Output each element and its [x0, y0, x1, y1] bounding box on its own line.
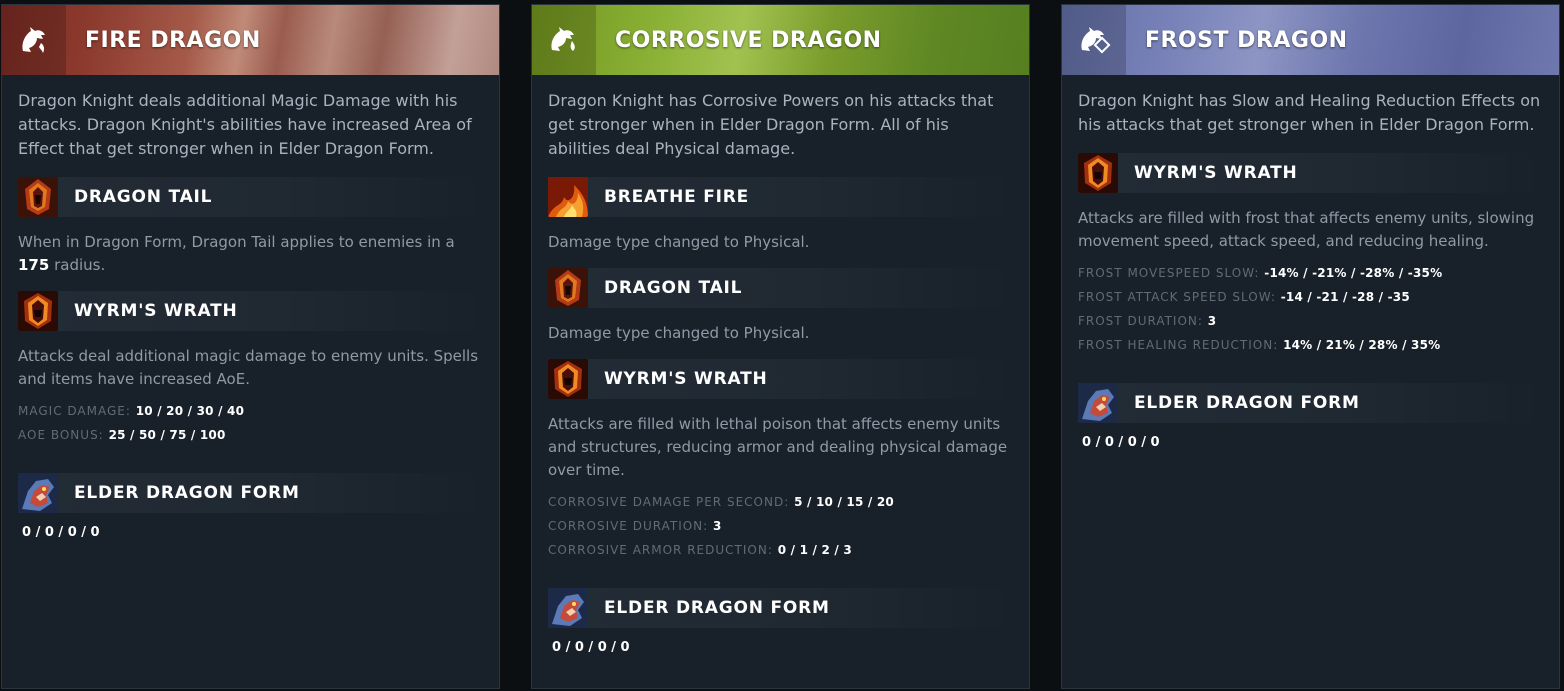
stat-line: FROST HEALING REDUCTION: 14% / 21% / 28%… — [1078, 338, 1441, 352]
ability-description: Damage type changed to Physical. — [548, 324, 810, 342]
ability-description: Attacks are filled with frost that affec… — [1078, 209, 1535, 250]
stat-line: MAGIC DAMAGE: 10 / 20 / 30 / 40 — [18, 404, 245, 418]
ability-name: BREATHE FIRE — [604, 187, 750, 207]
corrosive-dragon-panel: CORROSIVE DRAGON Dragon Knight has Corro… — [531, 4, 1030, 689]
panel-description: Dragon Knight deals additional Magic Dam… — [18, 91, 472, 158]
ability-elder-dragon-form[interactable]: ELDER DRAGON FORM — [18, 473, 483, 513]
ability-dragon-tail[interactable]: DRAGON TAIL — [18, 177, 483, 217]
ability-description: Damage type changed to Physical. — [548, 233, 810, 251]
fire-dragon-icon — [2, 5, 66, 75]
elder-dragon-form-icon — [548, 588, 588, 628]
frost-dragon-icon — [1062, 5, 1126, 75]
panel-title: CORROSIVE DRAGON — [615, 27, 882, 53]
ability-name: WYRM'S WRATH — [74, 301, 238, 321]
ability-name: ELDER DRAGON FORM — [604, 598, 830, 618]
ability-stats: FROST MOVESPEED SLOW: -14% / -21% / -28%… — [1078, 261, 1543, 357]
wyrms-wrath-icon — [1078, 153, 1118, 193]
stat-line: FROST MOVESPEED SLOW: -14% / -21% / -28%… — [1078, 266, 1443, 280]
stat-line: AOE BONUS: 25 / 50 / 75 / 100 — [18, 428, 226, 442]
ability-description: Attacks are filled with lethal poison th… — [548, 415, 1008, 479]
stat-line: FROST DURATION: 3 — [1078, 314, 1217, 328]
ability-stats: MAGIC DAMAGE: 10 / 20 / 30 / 40 AOE BONU… — [18, 399, 483, 447]
dragon-tail-icon — [18, 177, 58, 217]
frost-dragon-panel: FROST DRAGON Dragon Knight has Slow and … — [1061, 4, 1560, 689]
fire-dragon-header[interactable]: FIRE DRAGON — [2, 5, 499, 75]
ability-name: WYRM'S WRATH — [604, 369, 768, 389]
ability-description: Attacks deal additional magic damage to … — [18, 347, 479, 388]
dragon-tail-icon — [548, 268, 588, 308]
ability-wyrms-wrath[interactable]: WYRM'S WRATH — [1078, 153, 1543, 193]
ability-name: ELDER DRAGON FORM — [74, 483, 300, 503]
ability-stats: CORROSIVE DAMAGE PER SECOND: 5 / 10 / 15… — [548, 490, 1013, 562]
stat-line: CORROSIVE ARMOR REDUCTION: 0 / 1 / 2 / 3 — [548, 543, 852, 557]
wyrms-wrath-icon — [548, 359, 588, 399]
elder-dragon-form-icon — [18, 473, 58, 513]
ability-name: DRAGON TAIL — [604, 278, 743, 298]
ability-name: DRAGON TAIL — [74, 187, 213, 207]
stat-line: CORROSIVE DURATION: 3 — [548, 519, 722, 533]
elder-dragon-form-icon — [1078, 383, 1118, 423]
wyrms-wrath-icon — [18, 291, 58, 331]
fire-dragon-panel: FIRE DRAGON Dragon Knight deals addition… — [1, 4, 500, 689]
ability-wyrms-wrath[interactable]: WYRM'S WRATH — [548, 359, 1013, 399]
ability-elder-dragon-form[interactable]: ELDER DRAGON FORM — [548, 588, 1013, 628]
panel-title: FIRE DRAGON — [85, 27, 261, 53]
ability-wyrms-wrath[interactable]: WYRM'S WRATH — [18, 291, 483, 331]
panel-description: Dragon Knight has Slow and Healing Reduc… — [1078, 91, 1541, 134]
ability-description: When in Dragon Form, Dragon Tail applies… — [18, 233, 455, 274]
ability-breathe-fire[interactable]: BREATHE FIRE — [548, 177, 1013, 217]
ability-dragon-tail[interactable]: DRAGON TAIL — [548, 268, 1013, 308]
stat-line: CORROSIVE DAMAGE PER SECOND: 5 / 10 / 15… — [548, 495, 894, 509]
ability-value: 0 / 0 / 0 / 0 — [552, 640, 630, 655]
panel-title: FROST DRAGON — [1145, 27, 1348, 53]
corrosive-dragon-icon — [532, 5, 596, 75]
frost-dragon-header[interactable]: FROST DRAGON — [1062, 5, 1559, 75]
corrosive-dragon-header[interactable]: CORROSIVE DRAGON — [532, 5, 1029, 75]
ability-name: ELDER DRAGON FORM — [1134, 393, 1360, 413]
breathe-fire-icon — [548, 177, 588, 217]
ability-elder-dragon-form[interactable]: ELDER DRAGON FORM — [1078, 383, 1543, 423]
panel-description: Dragon Knight has Corrosive Powers on hi… — [548, 91, 994, 158]
stat-line: FROST ATTACK SPEED SLOW: -14 / -21 / -28… — [1078, 290, 1410, 304]
ability-name: WYRM'S WRATH — [1134, 163, 1298, 183]
ability-value: 0 / 0 / 0 / 0 — [1082, 435, 1160, 450]
ability-value: 0 / 0 / 0 / 0 — [22, 525, 100, 540]
